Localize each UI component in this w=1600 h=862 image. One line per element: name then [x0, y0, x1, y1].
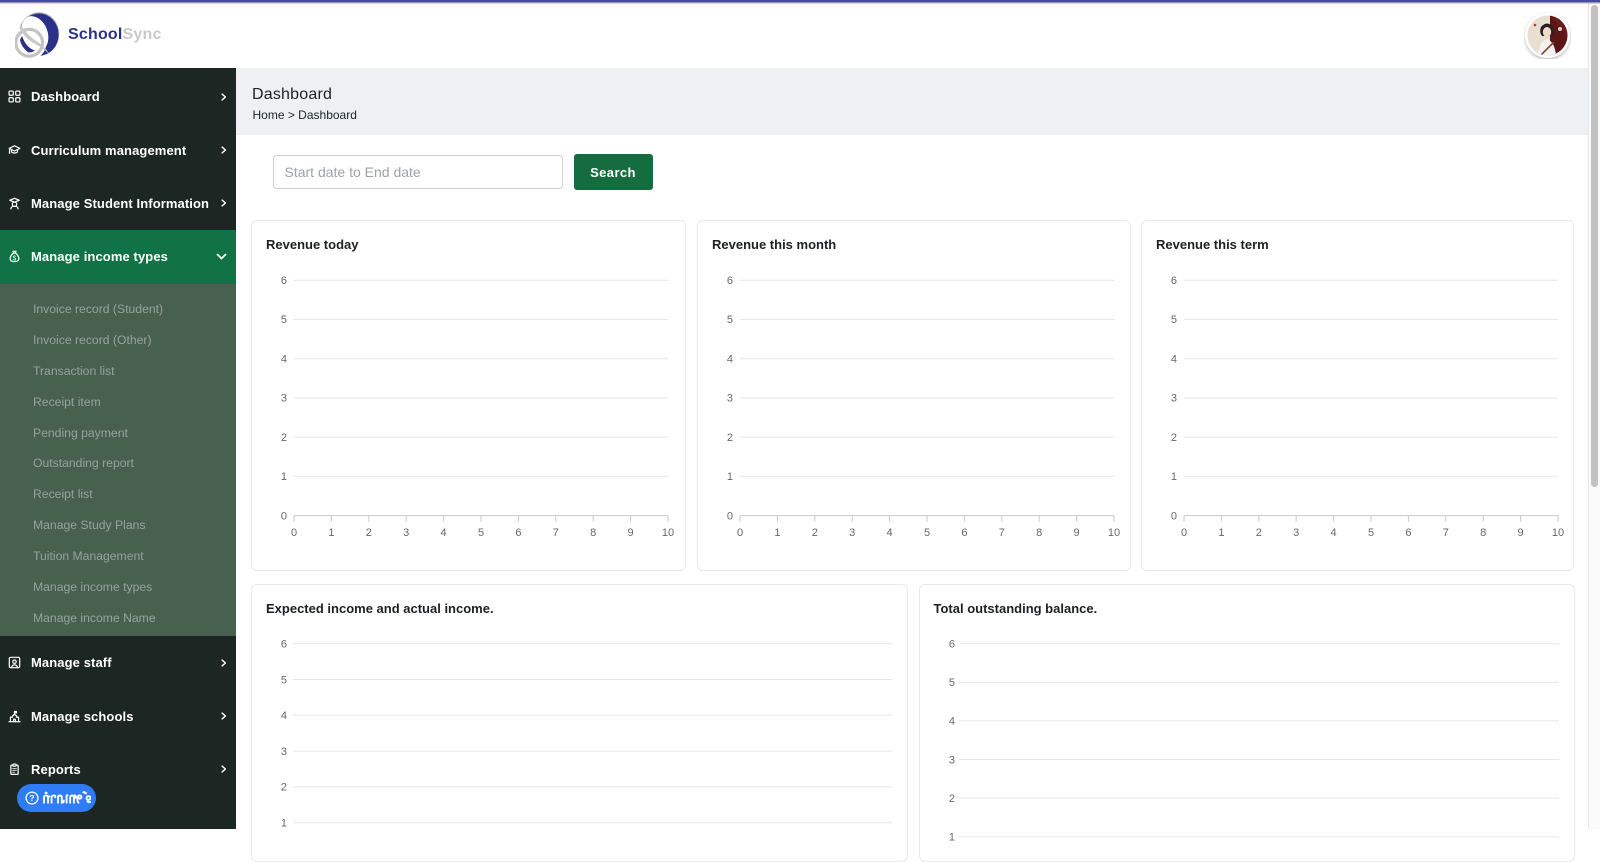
svg-text:9: 9: [1518, 527, 1524, 539]
svg-text:6: 6: [281, 639, 287, 651]
svg-text:2: 2: [366, 527, 372, 539]
svg-text:10: 10: [1108, 527, 1120, 539]
svg-text:6: 6: [961, 527, 967, 539]
svg-text:6: 6: [727, 275, 733, 287]
svg-text:4: 4: [887, 527, 893, 539]
svg-text:2: 2: [727, 432, 733, 444]
svg-text:2: 2: [1256, 527, 1262, 539]
svg-text:1: 1: [328, 527, 334, 539]
svg-text:4: 4: [281, 354, 287, 366]
svg-text:3: 3: [849, 527, 855, 539]
svg-text:10: 10: [1552, 527, 1564, 539]
svg-text:1: 1: [281, 471, 287, 483]
svg-text:8: 8: [1480, 527, 1486, 539]
svg-text:9: 9: [1074, 527, 1080, 539]
svg-text:6: 6: [1405, 527, 1411, 539]
svg-text:2: 2: [1171, 432, 1177, 444]
svg-text:3: 3: [403, 527, 409, 539]
svg-text:4: 4: [441, 527, 447, 539]
svg-text:3: 3: [281, 746, 287, 758]
svg-text:7: 7: [553, 527, 559, 539]
svg-text:9: 9: [628, 527, 634, 539]
svg-text:5: 5: [948, 677, 954, 689]
svg-text:8: 8: [1036, 527, 1042, 539]
svg-text:5: 5: [1368, 527, 1374, 539]
svg-text:4: 4: [1331, 527, 1337, 539]
svg-text:0: 0: [281, 510, 287, 522]
svg-text:0: 0: [1171, 510, 1177, 522]
svg-text:8: 8: [590, 527, 596, 539]
svg-text:1: 1: [1218, 527, 1224, 539]
svg-text:4: 4: [281, 710, 287, 722]
svg-text:7: 7: [1443, 527, 1449, 539]
svg-text:3: 3: [948, 754, 954, 766]
svg-text:0: 0: [727, 510, 733, 522]
svg-text:1: 1: [948, 832, 954, 844]
svg-text:5: 5: [478, 527, 484, 539]
svg-text:3: 3: [281, 393, 287, 405]
svg-text:5: 5: [1171, 314, 1177, 326]
svg-text:0: 0: [291, 527, 297, 539]
svg-text:1: 1: [774, 527, 780, 539]
svg-text:10: 10: [662, 527, 674, 539]
svg-text:6: 6: [281, 275, 287, 287]
svg-text:0: 0: [737, 527, 743, 539]
svg-text:3: 3: [1171, 393, 1177, 405]
svg-text:2: 2: [948, 793, 954, 805]
svg-text:5: 5: [281, 314, 287, 326]
svg-text:5: 5: [727, 314, 733, 326]
svg-text:2: 2: [281, 432, 287, 444]
svg-text:4: 4: [727, 354, 733, 366]
svg-text:0: 0: [1181, 527, 1187, 539]
svg-text:?: ?: [29, 793, 34, 803]
svg-text:5: 5: [281, 674, 287, 686]
svg-text:3: 3: [1293, 527, 1299, 539]
svg-text:6: 6: [1171, 275, 1177, 287]
svg-text:1: 1: [727, 471, 733, 483]
svg-text:4: 4: [1171, 354, 1177, 366]
svg-text:6: 6: [948, 639, 954, 651]
svg-text:5: 5: [924, 527, 930, 539]
svg-text:3: 3: [727, 393, 733, 405]
svg-text:1: 1: [281, 818, 287, 830]
svg-text:1: 1: [1171, 471, 1177, 483]
svg-text:6: 6: [515, 527, 521, 539]
svg-text:2: 2: [812, 527, 818, 539]
svg-text:2: 2: [281, 782, 287, 794]
svg-text:7: 7: [999, 527, 1005, 539]
svg-text:4: 4: [948, 716, 954, 728]
